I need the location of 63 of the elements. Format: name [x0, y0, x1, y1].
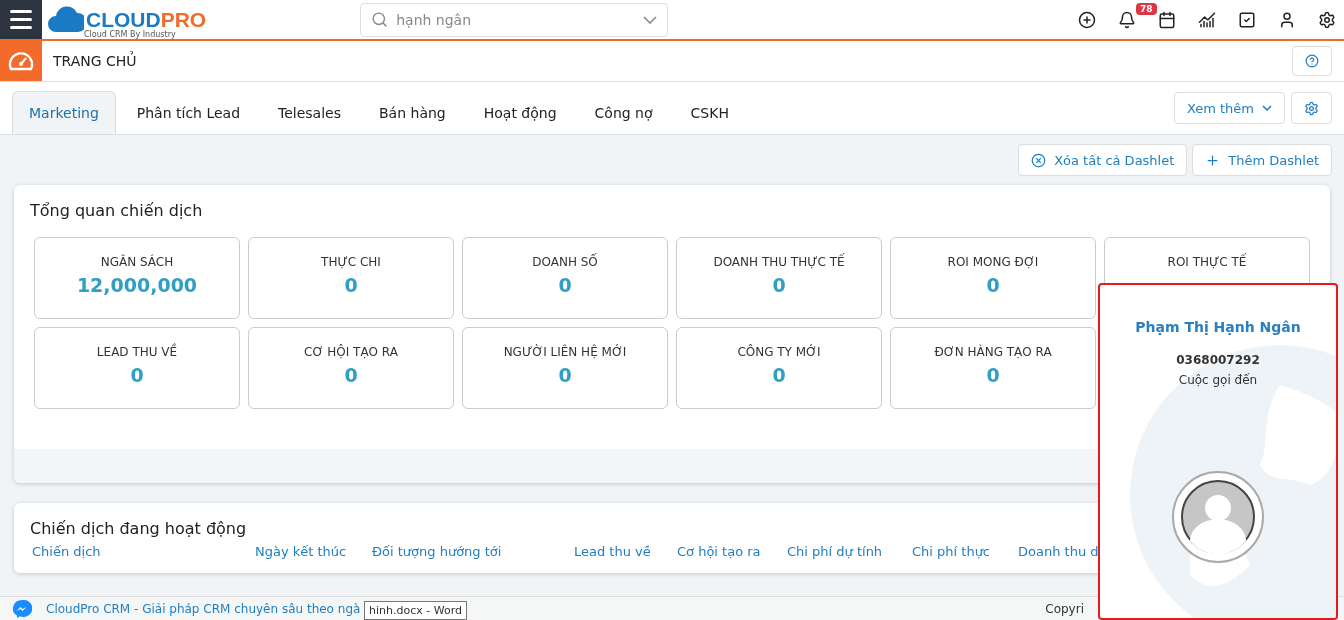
stat-label: ĐƠN HÀNG TẠO RA: [934, 345, 1052, 359]
search-icon: [371, 11, 389, 28]
card-title: Chiến dịch đang hoạt động: [29, 518, 248, 538]
clear-dashlets-button[interactable]: Xóa tất cả Dashlet: [1018, 144, 1188, 176]
stat-label: LEAD THU VỀ: [96, 345, 178, 359]
stat-value: 12,000,000: [76, 274, 198, 296]
stat-label: DOANH SỐ: [532, 255, 598, 269]
settings-icon: [1304, 100, 1319, 116]
stat-value: 0: [772, 274, 786, 296]
column-header[interactable]: Lead thu về: [574, 544, 677, 559]
stat-label: ROI THỰC TẾ: [1167, 255, 1247, 269]
column-header[interactable]: Ngày kết thúc: [255, 544, 372, 559]
notification-count: 78: [1136, 2, 1157, 15]
column-header[interactable]: Chi phí dự tính: [787, 544, 912, 559]
logo: CLOUDPRO Cloud CRM By Industry: [48, 0, 207, 39]
stat-label: ROI MONG ĐỢI: [947, 255, 1039, 269]
calendar-button[interactable]: [1158, 10, 1176, 29]
add-button[interactable]: [1078, 10, 1096, 29]
stat-value: 0: [558, 274, 572, 296]
page-title: TRANG CHỦ: [53, 53, 137, 69]
stat-label: NGƯỜI LIÊN HỆ MỚI: [503, 345, 627, 359]
settings-button[interactable]: [1318, 10, 1336, 29]
stat-label: NGÂN SÁCH: [100, 255, 174, 269]
stat-value: 0: [344, 274, 358, 296]
stat-value: 0: [130, 364, 144, 386]
more-dropdown-button[interactable]: Xem thêm: [1173, 92, 1285, 124]
plus-icon: [1205, 152, 1221, 168]
column-header[interactable]: Chi phí thực: [912, 544, 1018, 559]
user-button[interactable]: [1278, 10, 1296, 29]
add-dashlet-button[interactable]: Thêm Dashlet: [1192, 144, 1332, 176]
column-header[interactable]: Chiến dịch: [32, 544, 255, 559]
stat-value: 0: [772, 364, 786, 386]
caller-phone: 0368007292: [1176, 353, 1260, 367]
chevron-down-icon: [643, 15, 658, 24]
stat-label: DOANH THU THỰC TẾ: [713, 255, 845, 269]
stat-label: THỰC CHI: [321, 255, 381, 269]
footer-link[interactable]: CloudPro CRM - Giải pháp CRM chuyên sâu theo ngà: [46, 601, 361, 616]
caller-name: Phạm Thị Hạnh Ngân: [1135, 319, 1301, 335]
cloud-icon: [48, 5, 84, 34]
chevron-down-icon: [1262, 105, 1272, 111]
notifications-button[interactable]: [1118, 10, 1136, 29]
tooltip: hinh.docx - Word: [364, 601, 467, 620]
stat-value: 0: [344, 364, 358, 386]
stat-value: 0: [986, 274, 1000, 296]
search-field[interactable]: hạnh ngân: [360, 2, 669, 37]
stat-value: 0: [558, 364, 572, 386]
help-icon: [1305, 54, 1319, 68]
chat-icon[interactable]: [12, 598, 32, 619]
card-title: Tổng quan chiến dịch: [29, 200, 204, 220]
help-button[interactable]: [1292, 46, 1332, 76]
gauge-icon: [8, 50, 34, 72]
menu-button[interactable]: [0, 0, 42, 39]
tasks-button[interactable]: [1238, 10, 1256, 29]
call-status: Cuộc gọi đến: [1178, 373, 1258, 387]
stat-value: 0: [986, 364, 1000, 386]
column-header[interactable]: Cơ hội tạo ra: [677, 544, 787, 559]
stat-label: CƠ HỘI TẠO RA: [304, 345, 398, 359]
close-circle-icon: [1031, 152, 1047, 168]
copyright-text: Copyri: [1045, 601, 1084, 616]
stat-label: CÔNG TY MỚI: [737, 345, 821, 359]
tab[interactable]: Marketing: [12, 91, 116, 134]
chart-button[interactable]: [1198, 10, 1216, 29]
column-header[interactable]: Đối tượng hướng tới: [372, 544, 574, 559]
